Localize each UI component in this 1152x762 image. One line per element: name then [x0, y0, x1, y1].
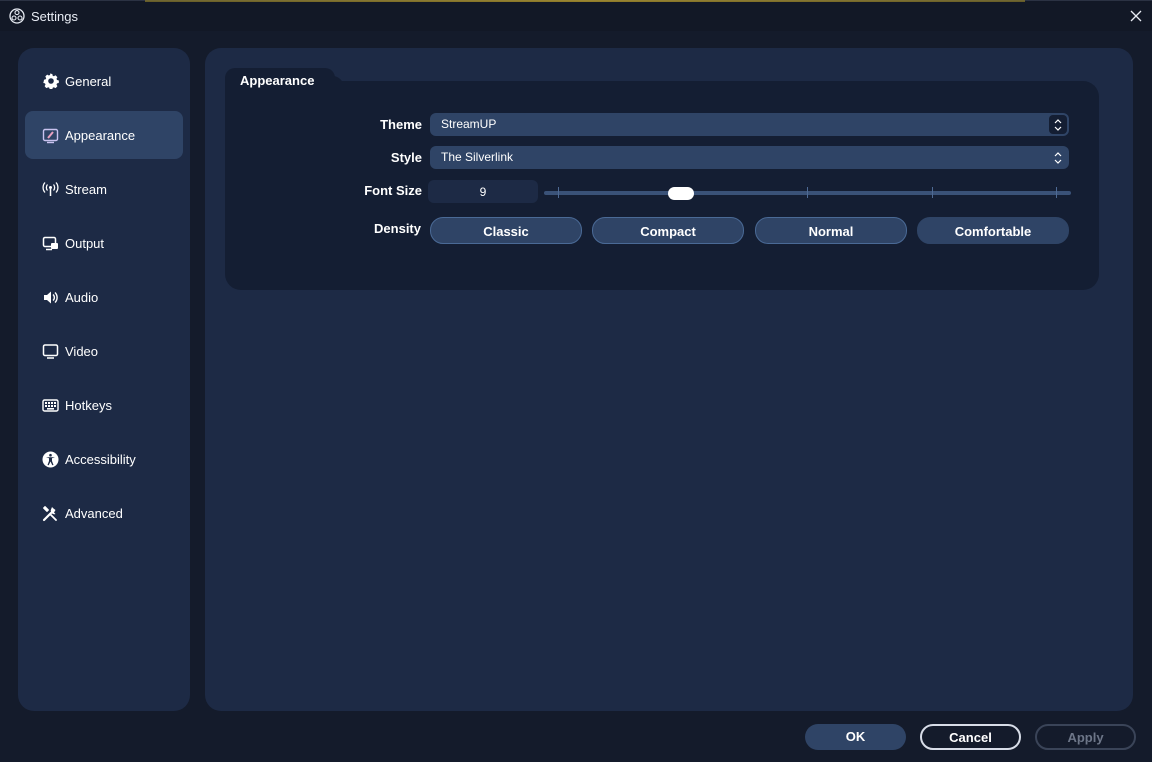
antenna-icon: [42, 181, 59, 198]
style-label: Style: [390, 150, 422, 165]
close-icon: [1130, 10, 1142, 22]
close-button[interactable]: [1120, 1, 1152, 31]
monitor-icon: [42, 343, 59, 360]
slider-tick: [807, 187, 808, 198]
sidebar-item-output[interactable]: Output: [25, 219, 183, 267]
sidebar-item-label: Video: [65, 343, 99, 359]
sidebar-item-advanced[interactable]: Advanced: [25, 489, 183, 537]
ok-button[interactable]: OK: [805, 724, 906, 750]
density-classic-button[interactable]: Classic: [430, 217, 582, 244]
slider-handle[interactable]: [668, 187, 694, 200]
sidebar-item-label: Output: [65, 235, 105, 251]
accessibility-icon: [42, 451, 59, 468]
gear-icon: [42, 73, 59, 90]
title-accent-line: [145, 0, 1025, 2]
font-size-slider[interactable]: [544, 183, 1071, 203]
sidebar-item-stream[interactable]: Stream: [25, 165, 183, 213]
keyboard-icon: [42, 397, 59, 414]
sidebar-item-general[interactable]: General: [25, 57, 183, 105]
sidebar-item-label: Hotkeys: [65, 397, 112, 413]
sidebar-item-label: Advanced: [65, 505, 123, 521]
theme-select-value: StreamUP: [441, 117, 497, 131]
density-comfortable-button[interactable]: Comfortable: [917, 217, 1069, 244]
settings-sidebar: General Appearance Stream Output Audio V…: [18, 48, 190, 711]
group-title: Appearance: [225, 68, 335, 96]
settings-content-panel: Appearance Theme StreamUP Style The Silv…: [205, 48, 1133, 711]
slider-tick: [1056, 187, 1057, 198]
title-bar[interactable]: Settings: [0, 0, 1152, 31]
window-title: Settings: [31, 9, 78, 24]
obs-logo-icon: [9, 8, 25, 24]
density-normal-button[interactable]: Normal: [755, 217, 907, 244]
sidebar-item-accessibility[interactable]: Accessibility: [25, 435, 183, 483]
apply-button[interactable]: Apply: [1035, 724, 1136, 750]
output-icon: [42, 235, 59, 252]
theme-select[interactable]: StreamUP: [430, 113, 1069, 136]
sidebar-item-label: Appearance: [65, 127, 136, 143]
sidebar-item-audio[interactable]: Audio: [25, 273, 183, 321]
sidebar-item-label: General: [65, 73, 112, 89]
tools-icon: [42, 505, 59, 522]
theme-label: Theme: [380, 117, 422, 132]
sidebar-item-appearance[interactable]: Appearance: [25, 111, 183, 159]
combo-arrows-icon: [1049, 148, 1067, 167]
slider-tick: [558, 187, 559, 198]
settings-window: Settings General Appearance Stream Outpu…: [0, 0, 1152, 762]
appearance-icon: [42, 127, 59, 144]
sidebar-item-video[interactable]: Video: [25, 327, 183, 375]
density-compact-button[interactable]: Compact: [592, 217, 744, 244]
style-select[interactable]: The Silverlink: [430, 146, 1069, 169]
style-select-value: The Silverlink: [441, 150, 514, 164]
combo-arrows-icon: [1049, 115, 1067, 134]
speaker-icon: [42, 289, 59, 306]
sidebar-item-hotkeys[interactable]: Hotkeys: [25, 381, 183, 429]
font-size-spinbox[interactable]: 9: [428, 180, 538, 203]
cancel-button[interactable]: Cancel: [920, 724, 1021, 750]
slider-tick: [932, 187, 933, 198]
sidebar-item-label: Accessibility: [65, 451, 136, 467]
density-label: Density: [374, 221, 421, 236]
sidebar-item-label: Audio: [65, 289, 99, 305]
sidebar-item-label: Stream: [65, 181, 107, 197]
font-size-label: Font Size: [364, 183, 422, 198]
